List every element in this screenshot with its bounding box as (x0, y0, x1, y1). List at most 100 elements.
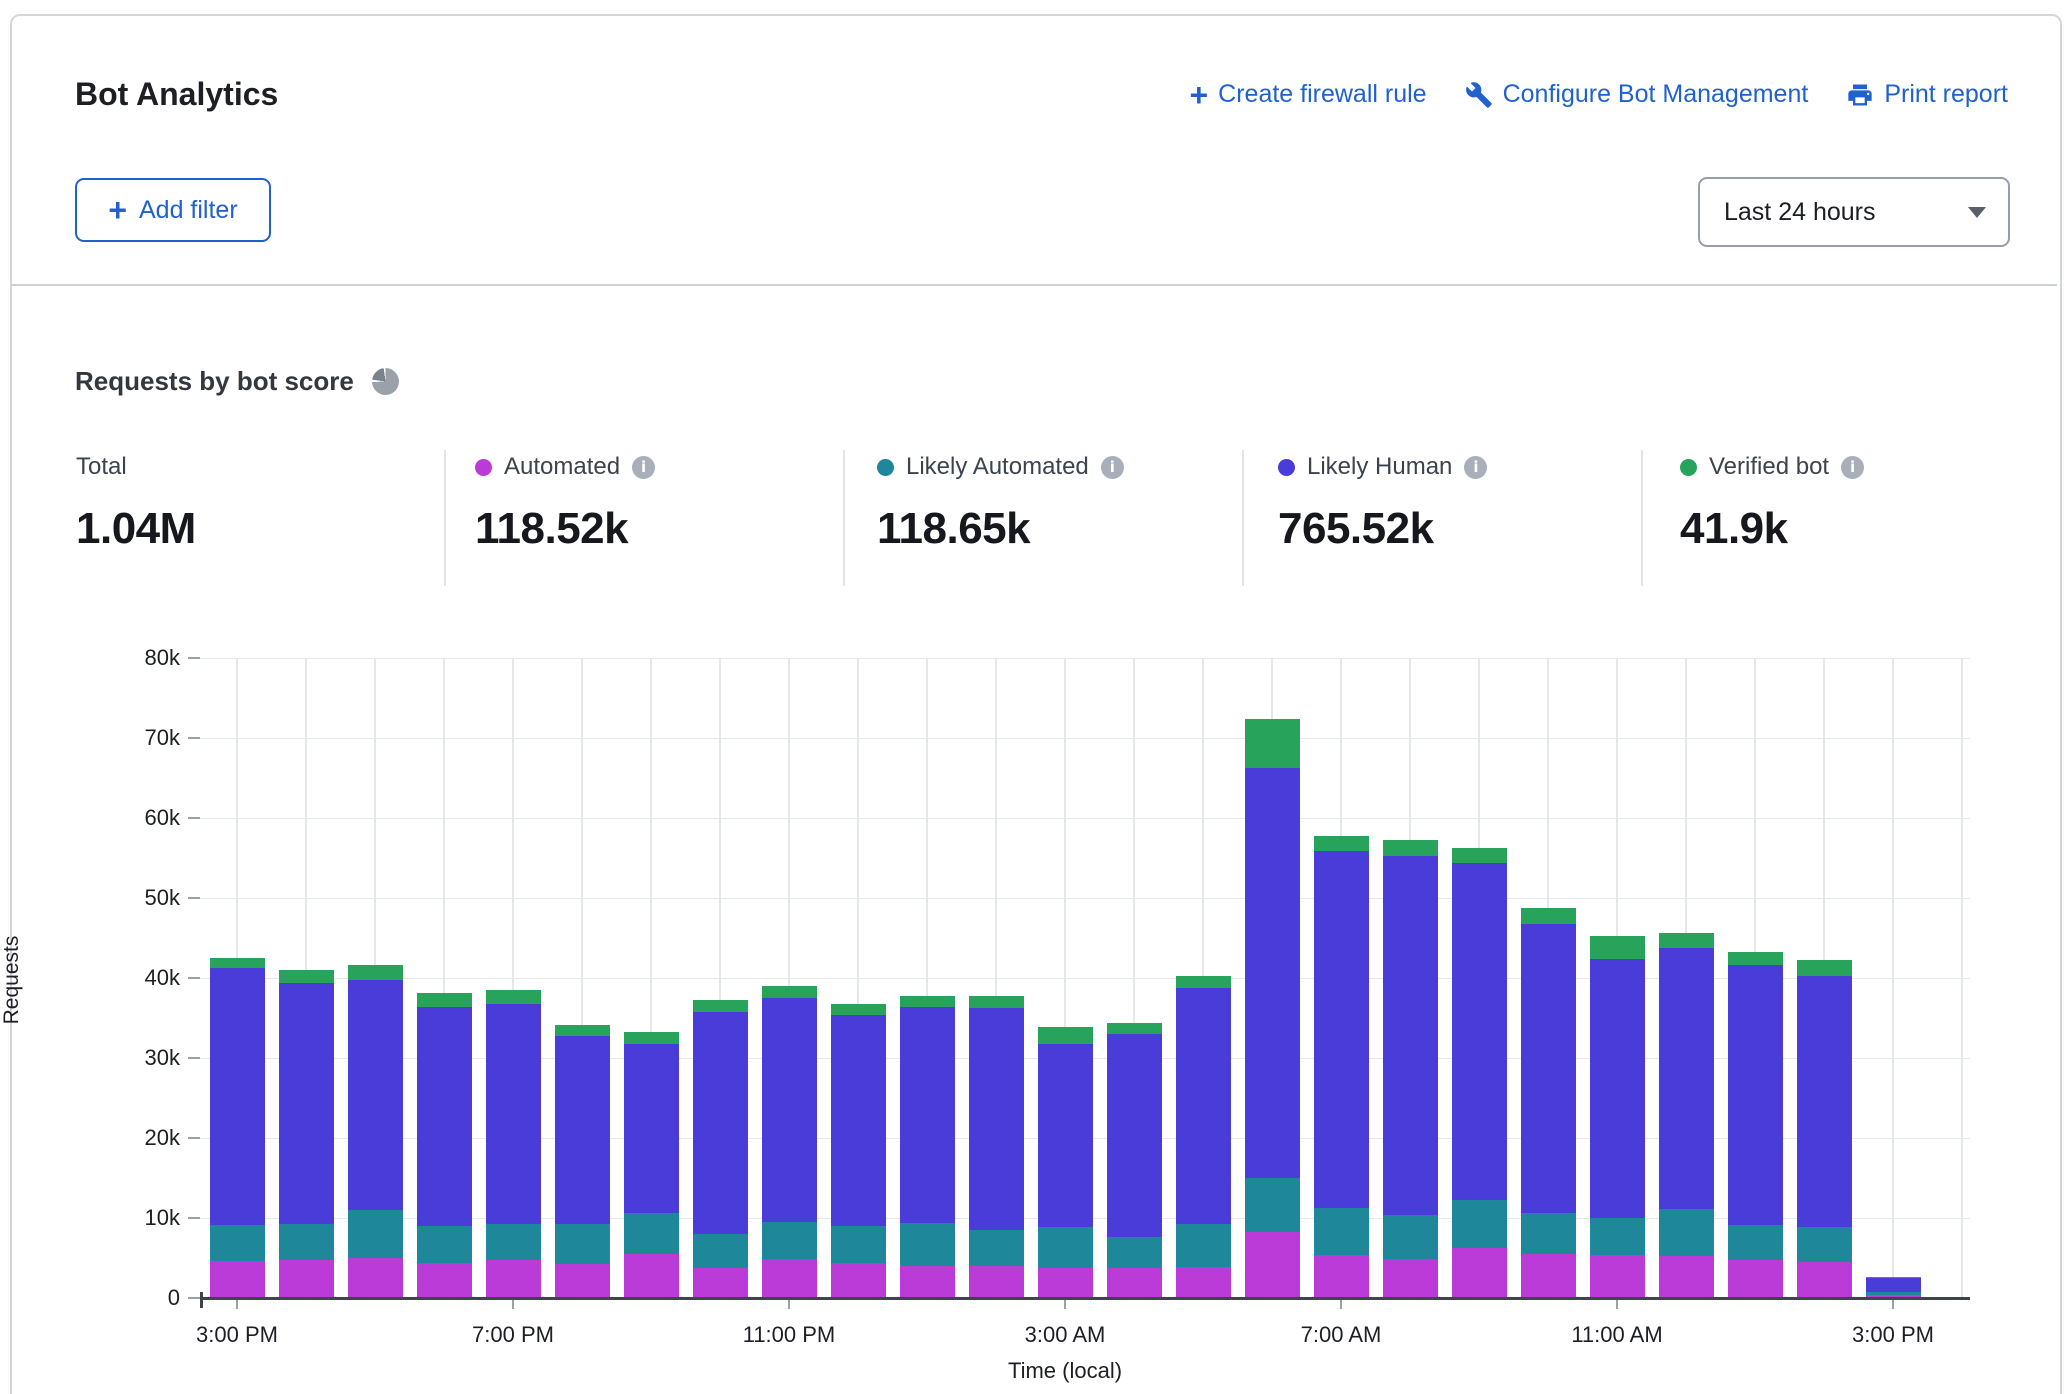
bar-segment-likely-human-1000PM[interactable] (693, 1012, 748, 1234)
bar-segment-likely-automated-400AM[interactable] (1107, 1237, 1162, 1268)
bar-segment-likely-automated-300AM[interactable] (1038, 1227, 1093, 1268)
bar-segment-verified-bot-800AM[interactable] (1383, 840, 1438, 857)
bar-segment-verified-bot-700AM[interactable] (1314, 836, 1369, 850)
bar-segment-verified-bot-900AM[interactable] (1452, 848, 1507, 863)
bar-segment-likely-automated-700AM[interactable] (1314, 1208, 1369, 1255)
bar-segment-likely-automated-1200PM[interactable] (1659, 1209, 1714, 1256)
bar-segment-automated-300AM[interactable] (1038, 1268, 1093, 1298)
bar-segment-automated-400PM[interactable] (279, 1260, 334, 1298)
bar-segment-automated-1100AM[interactable] (1590, 1255, 1645, 1298)
bar-segment-likely-automated-300PM[interactable] (210, 1225, 265, 1261)
bar-segment-likely-human-600AM[interactable] (1245, 768, 1300, 1178)
bar-segment-likely-automated-600PM[interactable] (417, 1226, 472, 1263)
bar-segment-verified-bot-200AM[interactable] (969, 996, 1024, 1007)
bar-segment-automated-100PM[interactable] (1728, 1260, 1783, 1298)
bar-segment-automated-900AM[interactable] (1452, 1248, 1507, 1298)
bar-segment-verified-bot-600PM[interactable] (417, 993, 472, 1007)
bar-segment-likely-human-100PM[interactable] (1728, 965, 1783, 1225)
bar-segment-automated-800PM[interactable] (555, 1264, 610, 1298)
bar-segment-likely-human-100AM[interactable] (900, 1007, 955, 1223)
bar-segment-likely-human-800AM[interactable] (1383, 856, 1438, 1214)
bar-segment-likely-automated-300PM[interactable] (1866, 1292, 1921, 1294)
bar-segment-verified-bot-1000PM[interactable] (693, 1000, 748, 1012)
bar-segment-verified-bot-500PM[interactable] (348, 965, 403, 979)
bar-segment-verified-bot-1200AM[interactable] (831, 1004, 886, 1015)
bar-segment-likely-human-500AM[interactable] (1176, 988, 1231, 1225)
bar-segment-likely-automated-1100PM[interactable] (762, 1222, 817, 1259)
bar-segment-automated-1000AM[interactable] (1521, 1254, 1576, 1298)
bar-segment-likely-automated-1000PM[interactable] (693, 1234, 748, 1268)
bar-segment-automated-1200AM[interactable] (831, 1263, 886, 1298)
bar-segment-likely-automated-500AM[interactable] (1176, 1224, 1231, 1266)
bar-segment-likely-automated-800AM[interactable] (1383, 1215, 1438, 1259)
bar-segment-likely-human-200PM[interactable] (1797, 976, 1852, 1226)
bar-segment-automated-200AM[interactable] (969, 1266, 1024, 1298)
bar-segment-likely-human-1100PM[interactable] (762, 998, 817, 1222)
bar-segment-automated-700AM[interactable] (1314, 1255, 1369, 1298)
bar-segment-likely-automated-500PM[interactable] (348, 1210, 403, 1258)
bar-segment-likely-human-300PM[interactable] (1866, 1278, 1921, 1292)
info-icon[interactable]: i (632, 456, 655, 479)
bar-segment-automated-200PM[interactable] (1797, 1262, 1852, 1298)
info-icon[interactable]: i (1464, 456, 1487, 479)
configure-bot-management-link[interactable]: Configure Bot Management (1465, 80, 1809, 109)
bar-segment-likely-human-500PM[interactable] (348, 980, 403, 1210)
bar-segment-likely-automated-1000AM[interactable] (1521, 1213, 1576, 1254)
bar-segment-automated-100AM[interactable] (900, 1266, 955, 1298)
bar-segment-verified-bot-1100AM[interactable] (1590, 936, 1645, 959)
bar-segment-automated-300PM[interactable] (210, 1261, 265, 1298)
bar-segment-automated-900PM[interactable] (624, 1254, 679, 1298)
bar-segment-likely-human-700PM[interactable] (486, 1004, 541, 1224)
bar-segment-likely-automated-1100AM[interactable] (1590, 1218, 1645, 1255)
bar-segment-automated-1100PM[interactable] (762, 1259, 817, 1298)
bar-segment-likely-automated-600AM[interactable] (1245, 1178, 1300, 1232)
bar-segment-likely-human-900AM[interactable] (1452, 863, 1507, 1201)
bar-segment-verified-bot-1200PM[interactable] (1659, 933, 1714, 947)
bar-segment-automated-700PM[interactable] (486, 1260, 541, 1298)
bar-segment-automated-600PM[interactable] (417, 1263, 472, 1298)
bar-segment-verified-bot-100AM[interactable] (900, 996, 955, 1007)
bar-segment-verified-bot-300AM[interactable] (1038, 1027, 1093, 1044)
bar-segment-automated-500AM[interactable] (1176, 1267, 1231, 1298)
bar-segment-likely-human-900PM[interactable] (624, 1044, 679, 1214)
bar-segment-verified-bot-1100PM[interactable] (762, 986, 817, 998)
add-filter-button[interactable]: + Add filter (75, 178, 271, 242)
bar-segment-verified-bot-100PM[interactable] (1728, 952, 1783, 966)
bar-segment-automated-1000PM[interactable] (693, 1268, 748, 1298)
bar-segment-likely-automated-700PM[interactable] (486, 1224, 541, 1261)
bar-segment-automated-1200PM[interactable] (1659, 1256, 1714, 1298)
bar-segment-verified-bot-1000AM[interactable] (1521, 908, 1576, 924)
bar-segment-automated-800AM[interactable] (1383, 1259, 1438, 1298)
bar-segment-likely-human-600PM[interactable] (417, 1007, 472, 1226)
bar-segment-likely-automated-200PM[interactable] (1797, 1227, 1852, 1262)
bar-segment-automated-500PM[interactable] (348, 1258, 403, 1298)
info-icon[interactable]: i (1841, 456, 1864, 479)
bar-segment-verified-bot-800PM[interactable] (555, 1025, 610, 1035)
time-range-select[interactable]: Last 24 hours (1698, 177, 2010, 247)
bar-segment-likely-automated-200AM[interactable] (969, 1230, 1024, 1266)
bar-segment-verified-bot-300PM[interactable] (1866, 1277, 1921, 1278)
bar-segment-likely-human-200AM[interactable] (969, 1008, 1024, 1230)
bar-segment-likely-human-800PM[interactable] (555, 1036, 610, 1225)
bar-segment-likely-human-400AM[interactable] (1107, 1034, 1162, 1237)
bar-segment-likely-human-300AM[interactable] (1038, 1044, 1093, 1227)
create-firewall-rule-link[interactable]: + Create firewall rule (1189, 80, 1426, 109)
bar-segment-likely-automated-800PM[interactable] (555, 1224, 610, 1264)
bar-segment-likely-automated-100PM[interactable] (1728, 1225, 1783, 1260)
bar-segment-likely-automated-900PM[interactable] (624, 1213, 679, 1254)
bar-segment-likely-human-700AM[interactable] (1314, 851, 1369, 1208)
bar-segment-likely-automated-900AM[interactable] (1452, 1200, 1507, 1248)
bar-segment-automated-400AM[interactable] (1107, 1268, 1162, 1298)
bar-segment-verified-bot-300PM[interactable] (210, 958, 265, 968)
bar-segment-verified-bot-500AM[interactable] (1176, 976, 1231, 988)
bar-segment-likely-automated-1200AM[interactable] (831, 1226, 886, 1263)
bar-segment-likely-human-400PM[interactable] (279, 983, 334, 1224)
bar-segment-likely-human-1200PM[interactable] (1659, 948, 1714, 1210)
bar-segment-likely-human-1100AM[interactable] (1590, 959, 1645, 1218)
bar-segment-verified-bot-400AM[interactable] (1107, 1023, 1162, 1034)
bar-segment-likely-automated-400PM[interactable] (279, 1224, 334, 1261)
bar-segment-verified-bot-400PM[interactable] (279, 970, 334, 983)
bar-segment-verified-bot-200PM[interactable] (1797, 960, 1852, 977)
print-report-link[interactable]: Print report (1846, 80, 2008, 109)
bar-segment-likely-human-1200AM[interactable] (831, 1015, 886, 1226)
